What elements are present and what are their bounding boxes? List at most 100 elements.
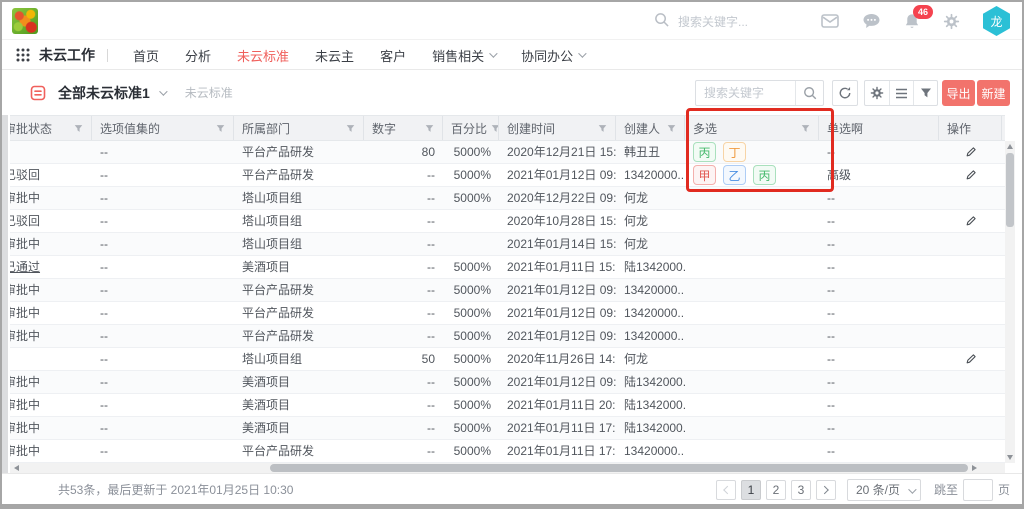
created_at-cell: 2021年01月14日 15:51 (499, 233, 616, 255)
user-avatar[interactable]: 龙 (983, 6, 1010, 36)
horizontal-scroll-thumb[interactable] (270, 464, 968, 472)
vertical-scrollbar[interactable] (1005, 141, 1015, 463)
nav-item-label: 协同办公 (521, 46, 573, 65)
option_set-value: -- (100, 283, 108, 297)
single-cell: -- (819, 279, 939, 301)
created_at-cell: 2021年01月11日 15:23 (499, 256, 616, 278)
table-row[interactable]: 审批中--塔山项目组--5000%2020年12月22日 09:03何龙-- (10, 187, 1005, 210)
column-header-7[interactable]: 多选 (685, 116, 819, 140)
bell-icon[interactable]: 46 (904, 13, 920, 30)
table-row[interactable]: 审批中--美酒项目--5000%2021年01月11日 20:52陆134200… (10, 394, 1005, 417)
scroll-left-arrow[interactable] (14, 465, 19, 471)
vertical-scroll-thumb[interactable] (1006, 153, 1014, 227)
creator-value: 13420000... (624, 168, 685, 182)
column-header-5[interactable]: 创建时间 (499, 116, 616, 140)
page-size-select[interactable]: 20 条/页 (847, 479, 921, 501)
export-button[interactable]: 导出 (942, 80, 975, 106)
list-search-input[interactable] (696, 86, 795, 100)
table-row[interactable]: 审批中--平台产品研发--5000%2021年01月12日 09:5013420… (10, 302, 1005, 325)
edit-icon[interactable] (965, 215, 977, 227)
list-view-icon[interactable] (889, 81, 913, 105)
column-header-8[interactable]: 单选啊 (819, 116, 939, 140)
table-body: ---平台产品研发805000%2020年12月21日 15:01韩丑丑丙丁--… (10, 141, 1005, 463)
column-header-4[interactable]: 百分比 (443, 116, 499, 140)
single-cell: -- (819, 302, 939, 324)
column-header-9[interactable]: 操作 (939, 116, 1002, 140)
edit-icon[interactable] (965, 353, 977, 365)
status-cell: - (10, 141, 92, 163)
next-page-button[interactable] (816, 480, 836, 500)
jump-page-input[interactable] (963, 479, 993, 501)
filter-icon[interactable] (342, 124, 355, 133)
table-row[interactable]: 审批中--塔山项目组--2021年01月14日 15:51何龙-- (10, 233, 1005, 256)
status-value: 已通过 (10, 260, 40, 274)
scroll-up-arrow[interactable] (1007, 144, 1013, 149)
refresh-button[interactable] (832, 80, 858, 106)
nav-item-label: 分析 (185, 46, 211, 65)
table-row[interactable]: ---塔山项目组505000%2020年11月26日 14:31何龙-- (10, 348, 1005, 371)
table-row[interactable]: 审批中--平台产品研发--5000%2021年01月12日 09:3813420… (10, 325, 1005, 348)
number-cell: -- (364, 417, 443, 439)
table-row[interactable]: 审批中--平台产品研发--5000%2021年01月11日 17:0613420… (10, 440, 1005, 463)
created_at-value: 2020年11月26日 14:31 (507, 352, 616, 366)
prev-page-button[interactable] (716, 480, 736, 500)
app-grid-icon[interactable] (16, 48, 30, 62)
global-search[interactable]: 搜索关键字... (654, 12, 748, 30)
scroll-right-arrow[interactable] (972, 465, 977, 471)
create-button[interactable]: 新建 (977, 80, 1010, 106)
single-value: -- (827, 444, 835, 458)
filter-icon[interactable] (663, 124, 676, 133)
table-row[interactable]: 已驳回--平台产品研发--5000%2021年01月12日 09:4613420… (10, 164, 1005, 187)
page-button-2[interactable]: 2 (766, 480, 786, 500)
scroll-down-arrow[interactable] (1007, 455, 1013, 460)
filter-icon[interactable] (594, 124, 607, 133)
chevron-down-icon[interactable] (159, 87, 167, 95)
option_set-value: -- (100, 421, 108, 435)
created_at-cell: 2020年12月21日 15:01 (499, 141, 616, 163)
number-value: -- (427, 260, 435, 274)
table-row[interactable]: 已驳回--塔山项目组--2020年10月28日 15:41何龙-- (10, 210, 1005, 233)
nav-item-6[interactable]: 销售相关 (419, 41, 508, 69)
nav-item-7[interactable]: 协同办公 (508, 41, 597, 69)
column-header-0[interactable]: 审批状态 (10, 116, 92, 140)
page-button-3[interactable]: 3 (791, 480, 811, 500)
chat-icon[interactable] (862, 13, 881, 29)
nav-item-2[interactable]: 分析 (172, 41, 224, 69)
column-label: 数字 (372, 120, 396, 137)
settings-icon[interactable] (865, 81, 889, 105)
number-value: -- (427, 237, 435, 251)
edit-icon[interactable] (965, 169, 977, 181)
nav-item-5[interactable]: 客户 (367, 41, 419, 69)
app-logo[interactable] (12, 8, 38, 34)
filter-icon[interactable] (70, 124, 83, 133)
column-header-2[interactable]: 所属部门 (234, 116, 364, 140)
filter-icon[interactable] (421, 124, 434, 133)
column-header-1[interactable]: 选项值集的 (92, 116, 234, 140)
page-button-1[interactable]: 1 (741, 480, 761, 500)
nav-item-4[interactable]: 未云主 (302, 41, 367, 69)
view-title[interactable]: 全部未云标准1 (58, 83, 150, 103)
left-gutter (2, 115, 8, 473)
filter-icon[interactable] (212, 124, 225, 133)
creator-value: 何龙 (624, 191, 648, 205)
department-cell: 塔山项目组 (234, 348, 364, 370)
horizontal-scrollbar[interactable] (10, 463, 1005, 473)
nav-item-1[interactable]: 首页 (120, 41, 172, 69)
column-header-3[interactable]: 数字 (364, 116, 443, 140)
nav-item-3[interactable]: 未云标准 (224, 41, 302, 69)
mail-icon[interactable] (821, 14, 839, 28)
creator-value: 陆1342000... (624, 375, 685, 389)
table-row[interactable]: 审批中--美酒项目--5000%2021年01月12日 09:25陆134200… (10, 371, 1005, 394)
gear-icon[interactable] (943, 13, 960, 30)
column-header-6[interactable]: 创建人 (616, 116, 685, 140)
table-row[interactable]: ---平台产品研发805000%2020年12月21日 15:01韩丑丑丙丁-- (10, 141, 1005, 164)
search-icon[interactable] (795, 81, 823, 105)
table-row[interactable]: 审批中--美酒项目--5000%2021年01月11日 17:22陆134200… (10, 417, 1005, 440)
created_at-value: 2021年01月11日 17:06 (507, 444, 616, 458)
table-row[interactable]: 已通过--美酒项目--5000%2021年01月11日 15:23陆134200… (10, 256, 1005, 279)
filter-icon[interactable] (487, 124, 499, 133)
filter-icon[interactable] (797, 124, 810, 133)
edit-icon[interactable] (965, 146, 977, 158)
filter-icon[interactable] (913, 81, 937, 105)
table-row[interactable]: 审批中--平台产品研发--5000%2021年01月12日 09:5213420… (10, 279, 1005, 302)
